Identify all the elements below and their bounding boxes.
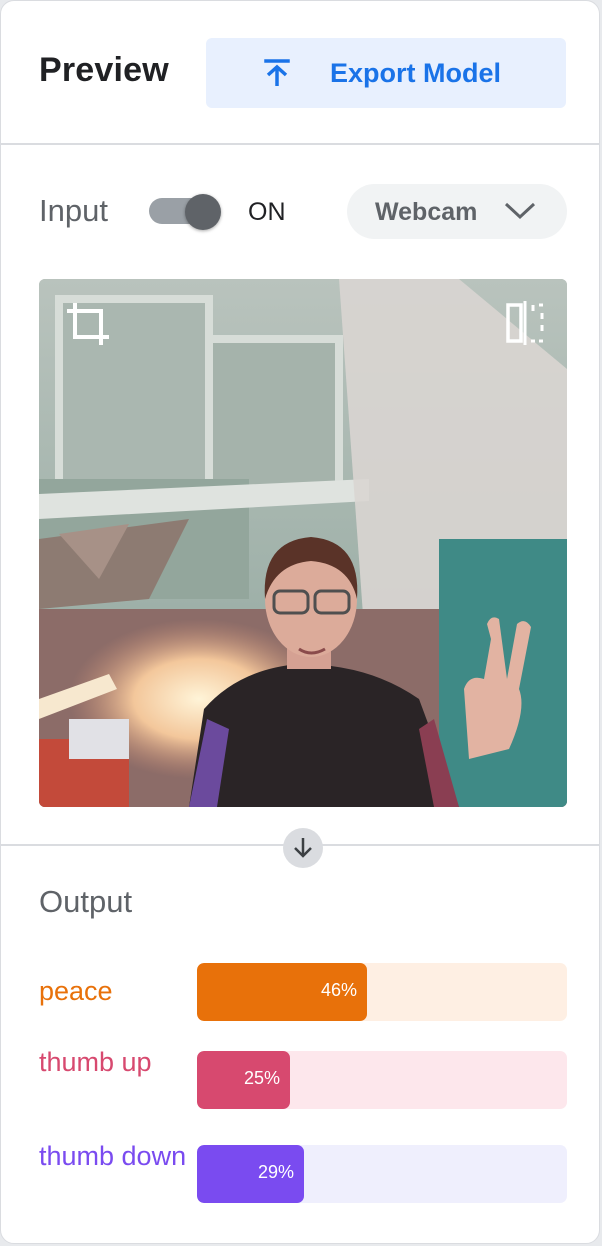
input-controls: Input ON Webcam — [1, 146, 599, 276]
flip-horizontal-icon[interactable] — [505, 301, 545, 345]
confidence-percent: 25% — [243, 1068, 280, 1088]
export-model-label: Export Model — [330, 58, 502, 88]
input-toggle[interactable] — [149, 194, 223, 230]
preview-panel: Preview Export Model Input ON Webcam Out… — [0, 0, 600, 1244]
toggle-knob — [185, 194, 221, 230]
input-label: Input — [39, 193, 108, 228]
input-source-select[interactable]: Webcam — [347, 184, 567, 239]
confidence-bar: 25% — [197, 1051, 567, 1109]
upload-icon — [264, 59, 290, 86]
preview-header: Preview Export Model — [1, 1, 599, 145]
class-name: thumb down — [39, 1141, 187, 1171]
page-title: Preview — [39, 51, 169, 89]
input-source-value: Webcam — [375, 198, 478, 226]
toggle-state-label: ON — [248, 198, 286, 226]
webcam-frame-image — [39, 279, 567, 807]
crop-icon[interactable] — [65, 301, 111, 347]
output-label: Output — [39, 884, 133, 919]
class-name: peace — [39, 976, 113, 1006]
class-name: thumb up — [39, 1047, 152, 1077]
confidence-percent: 46% — [320, 980, 357, 1000]
confidence-bar: 46% — [197, 963, 567, 1021]
arrow-down-icon — [283, 828, 323, 868]
chevron-down-icon — [504, 202, 536, 220]
export-model-button[interactable]: Export Model — [206, 38, 566, 108]
webcam-preview — [39, 279, 567, 807]
confidence-percent: 29% — [257, 1162, 294, 1182]
confidence-bar: 29% — [197, 1145, 567, 1203]
